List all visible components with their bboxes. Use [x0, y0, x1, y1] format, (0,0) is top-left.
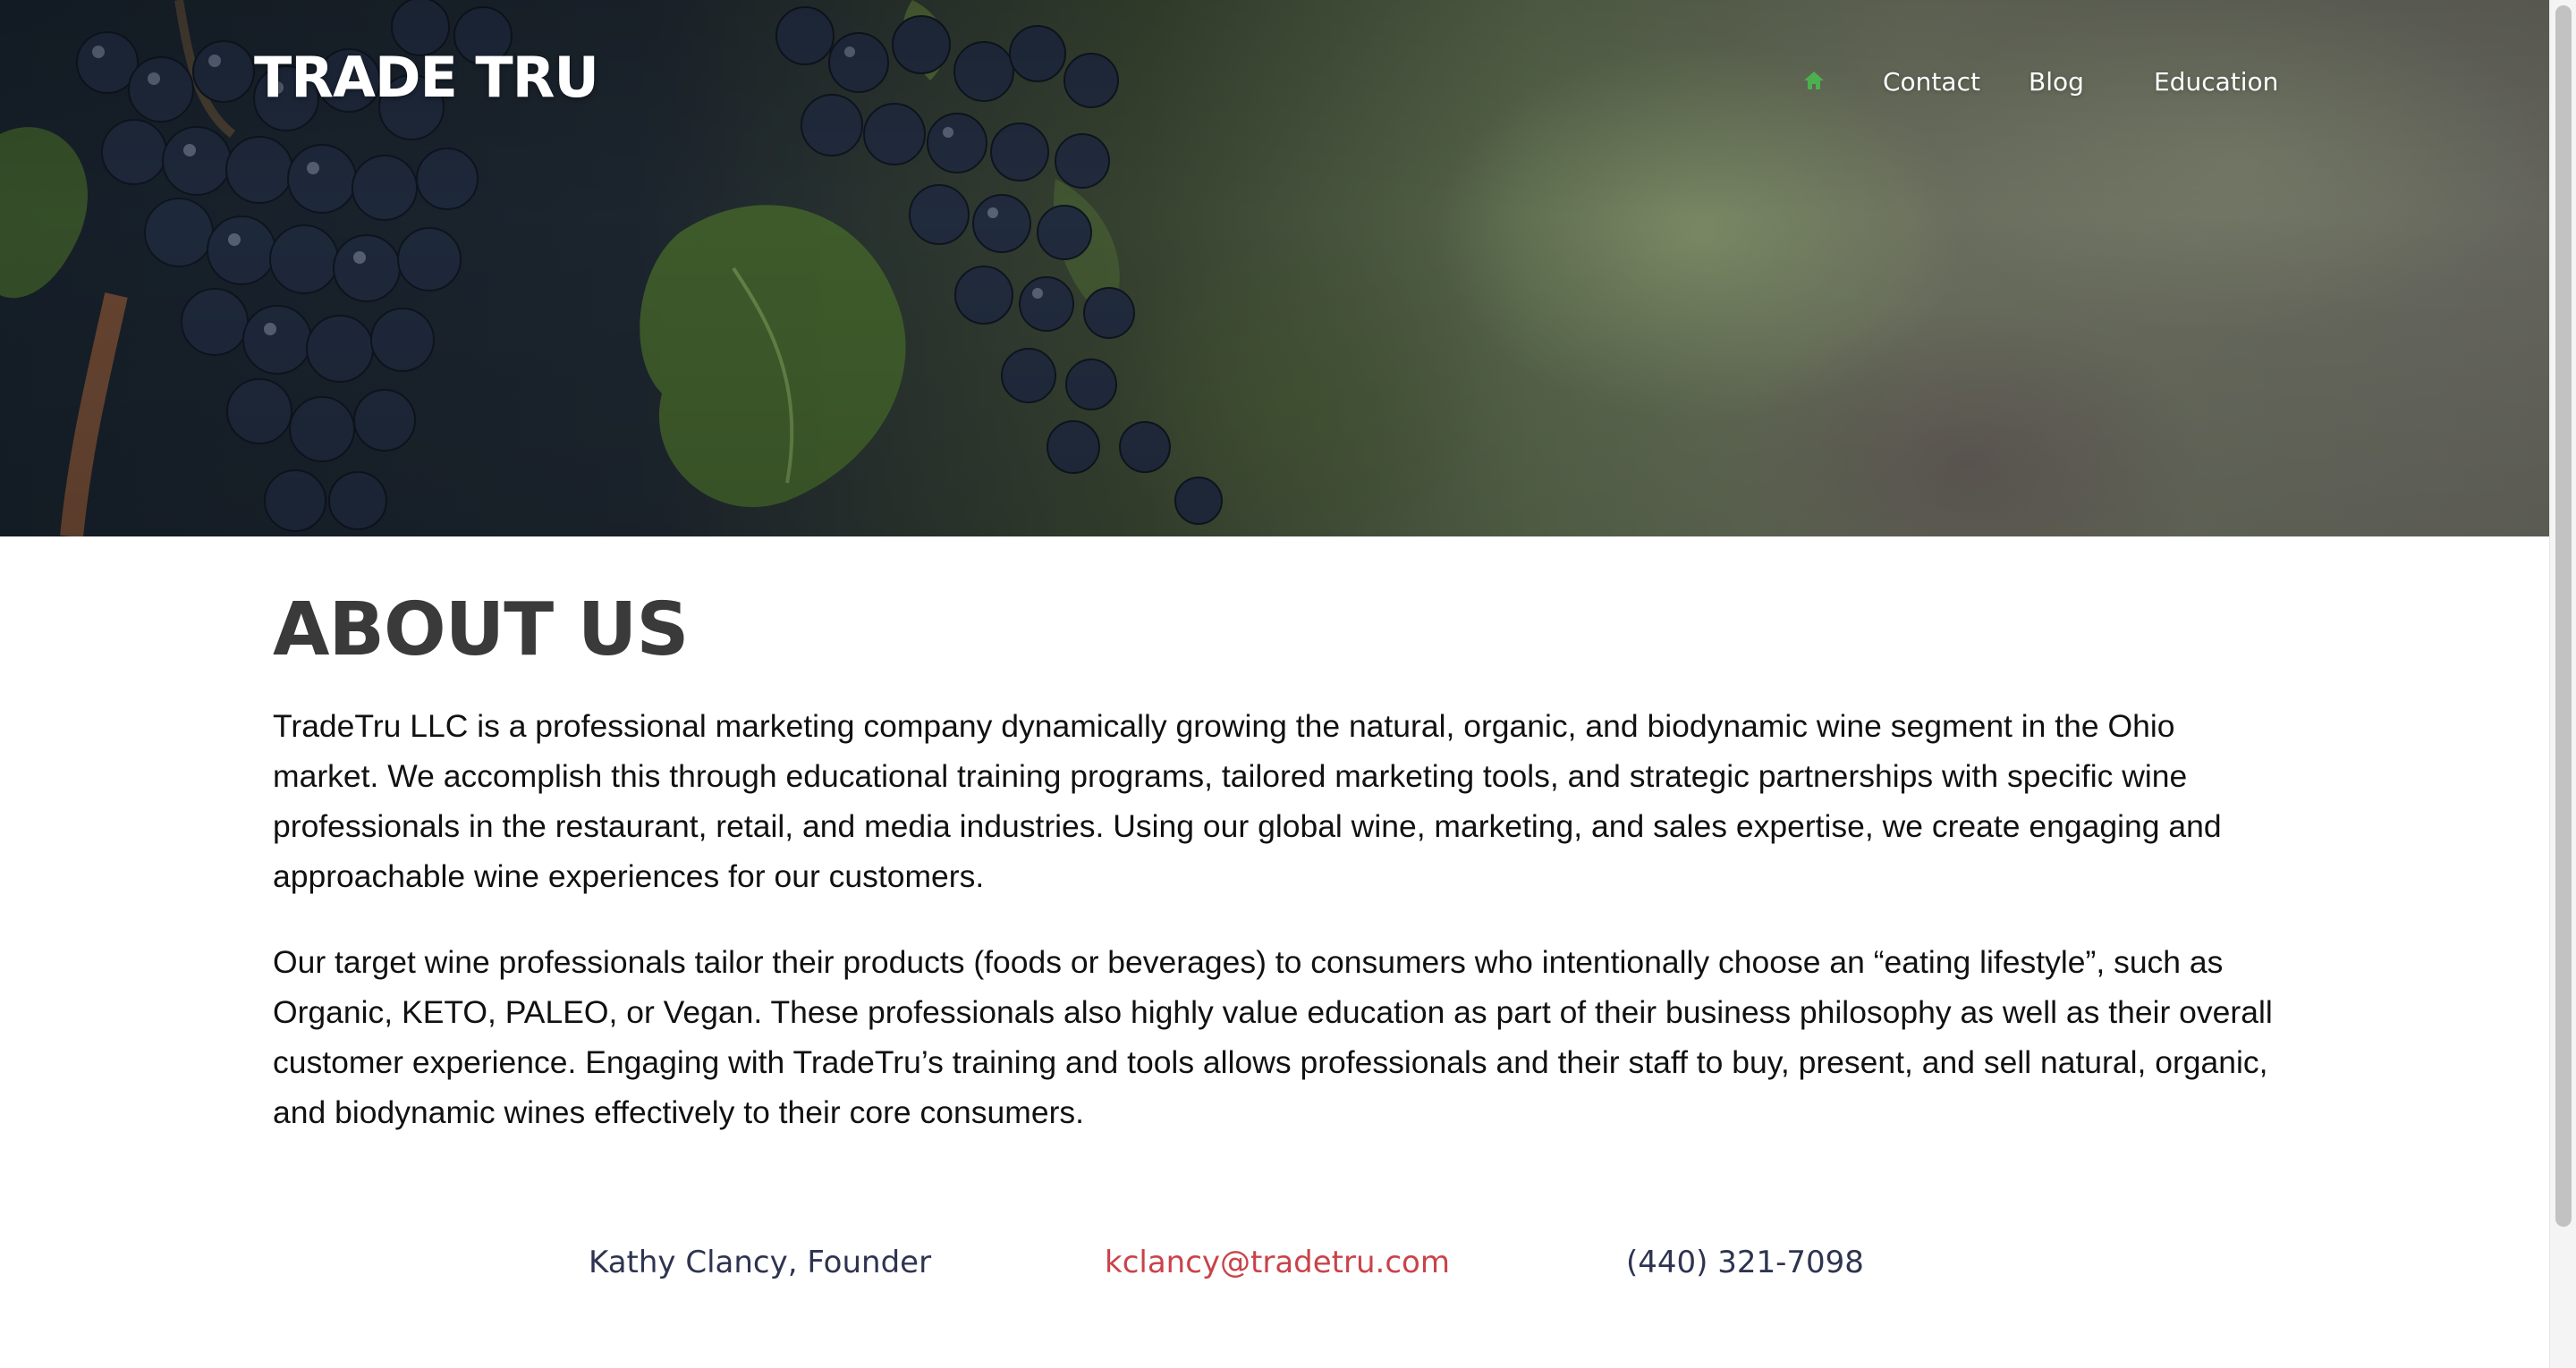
nav-blog-link[interactable]: Blog	[2029, 63, 2084, 102]
nav-contact-link[interactable]: Contact	[1883, 63, 1980, 102]
home-icon[interactable]	[1801, 68, 1826, 93]
site-logo[interactable]: TRADE TRU	[254, 45, 599, 110]
about-section: ABOUT US TradeTru LLC is a professional …	[273, 572, 2276, 1137]
vertical-scrollbar[interactable]	[2549, 0, 2576, 1368]
about-paragraph-1: TradeTru LLC is a professional marketing…	[273, 708, 2222, 894]
page-title: ABOUT US	[273, 587, 689, 672]
nav-education-link[interactable]: Education	[2154, 63, 2278, 102]
page: TRADE TRU Contact Blog Education ABOUT U…	[0, 0, 2576, 1368]
contact-info: Kathy Clancy, Founder kclancy@tradetru.c…	[0, 1236, 2549, 1289]
founder-phone: (440) 321-7098	[1626, 1245, 1864, 1280]
about-paragraph-2: Our target wine professionals tailor the…	[273, 944, 2273, 1130]
founder-email-link[interactable]: kclancy@tradetru.com	[1105, 1236, 1450, 1289]
hero-banner: TRADE TRU Contact Blog Education	[0, 0, 2549, 536]
founder-name: Kathy Clancy, Founder	[589, 1245, 932, 1280]
scrollbar-thumb[interactable]	[2555, 5, 2572, 1227]
